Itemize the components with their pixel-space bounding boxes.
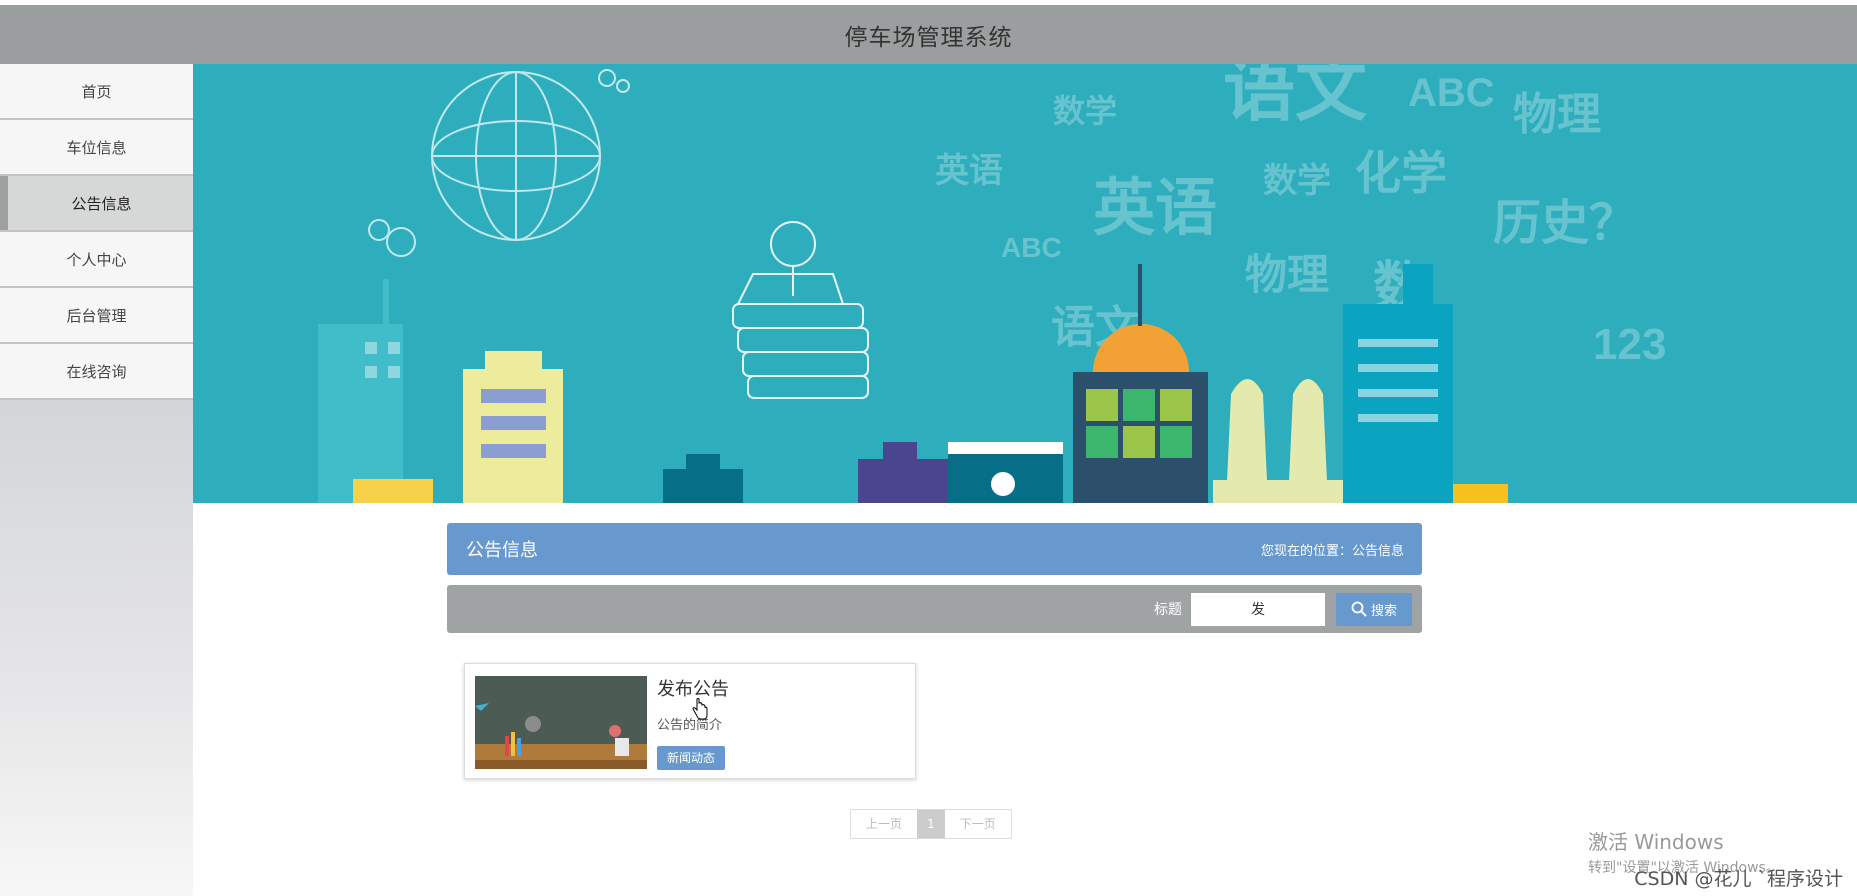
sidebar-item-personal-center[interactable]: 个人中心 [0, 232, 193, 288]
sidebar: 首页 车位信息 公告信息 个人中心 后台管理 在线咨询 [0, 64, 193, 896]
page-title: 公告信息 [466, 540, 538, 561]
sidebar-item-online-consult[interactable]: 在线咨询 [0, 344, 193, 400]
breadcrumb: 您现在的位置：公告信息 [1260, 543, 1404, 559]
card-description: 公告的简介 [657, 718, 723, 733]
next-page-button[interactable]: 下一页 [945, 810, 1011, 838]
svg-text:123: 123 [1593, 320, 1666, 369]
prev-page-button[interactable]: 上一页 [851, 810, 917, 838]
sidebar-item-announcements[interactable]: 公告信息 [0, 176, 193, 232]
svg-text:ABC: ABC [1001, 232, 1062, 263]
svg-text:ABC: ABC [1408, 71, 1495, 115]
svg-text:英语: 英语 [1093, 174, 1217, 243]
svg-text:数学: 数学 [1053, 93, 1117, 129]
sidebar-item-label: 后台管理 [66, 306, 127, 325]
svg-text:数学: 数学 [1263, 161, 1331, 200]
main-content: 公告信息 您现在的位置：公告信息 标题 搜索 [447, 523, 1422, 779]
banner-image: 语文 ABC 数学 物理 英语 英语 数学 化学 历史？ ABC 物理 语文 数… [193, 64, 1857, 503]
app-header: 停车场管理系统 [0, 5, 1857, 64]
search-button-label: 搜索 [1370, 603, 1397, 619]
banner-illustration: 语文 ABC 数学 物理 英语 英语 数学 化学 历史？ ABC 物理 语文 数… [193, 64, 1857, 503]
sidebar-item-label: 车位信息 [66, 138, 127, 157]
search-bar: 标题 搜索 [447, 585, 1422, 633]
sidebar-item-parking-space[interactable]: 车位信息 [0, 120, 193, 176]
sidebar-item-home[interactable]: 首页 [0, 64, 193, 120]
search-input[interactable] [1191, 592, 1325, 626]
svg-text:物理: 物理 [1513, 90, 1601, 139]
classroom-image [475, 676, 647, 769]
watermark-line1: 激活 Windows [1588, 830, 1724, 854]
sidebar-item-admin[interactable]: 后台管理 [0, 288, 193, 344]
hand-cursor-icon [692, 698, 708, 720]
search-button[interactable]: 搜索 [1336, 592, 1412, 626]
svg-text:物理: 物理 [1245, 251, 1329, 298]
svg-text:历史？: 历史？ [1493, 197, 1637, 250]
search-label: 标题 [1154, 602, 1182, 618]
sidebar-item-label: 个人中心 [66, 250, 127, 269]
sidebar-item-label: 首页 [81, 82, 112, 101]
sidebar-item-label: 公告信息 [71, 194, 132, 213]
page-title-bar: 公告信息 您现在的位置：公告信息 [447, 523, 1422, 575]
page-number-current[interactable]: 1 [917, 810, 945, 838]
pagination: 上一页 1 下一页 [850, 809, 1012, 839]
card-thumbnail [475, 676, 647, 769]
list-item[interactable]: 发布公告 公告的简介 新闻动态 [464, 663, 916, 779]
svg-text:英语: 英语 [935, 152, 1003, 190]
svg-text:语文: 语文 [1223, 64, 1367, 130]
credit-watermark: CSDN @花儿 `程序设计 [1634, 868, 1843, 890]
svg-text:化学: 化学 [1355, 147, 1447, 199]
card-category-tag[interactable]: 新闻动态 [657, 746, 726, 770]
search-icon [1351, 601, 1367, 617]
app-title: 停车场管理系统 [844, 24, 1013, 51]
sidebar-item-label: 在线咨询 [66, 362, 127, 381]
